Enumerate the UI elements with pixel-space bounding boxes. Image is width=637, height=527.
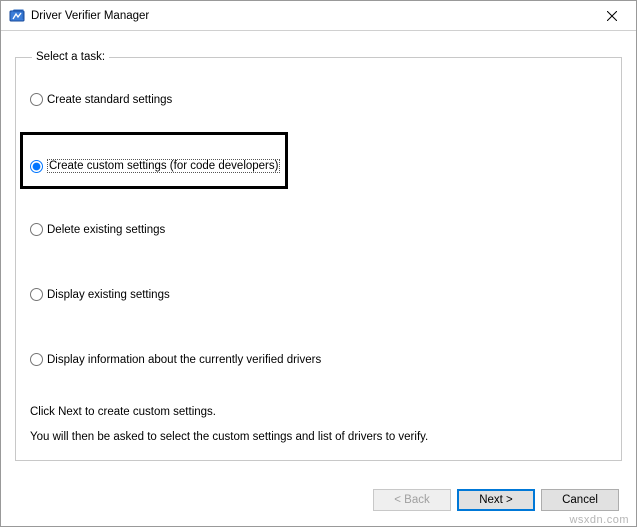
radio-create-custom-label: Create custom settings (for code develop… [47,159,280,173]
radio-display-info-input[interactable] [30,353,43,366]
content-area: Select a task: Create standard settings … [1,31,636,471]
instruction-line-1: Click Next to create custom settings. [30,406,216,418]
instruction-line-2: You will then be asked to select the cus… [30,431,428,443]
groupbox-legend: Select a task: [32,51,109,63]
watermark: wsxdn.com [569,514,629,526]
radio-display-existing-input[interactable] [30,288,43,301]
titlebar: Driver Verifier Manager [1,1,636,31]
radio-create-standard-label: Create standard settings [47,94,172,106]
radio-display-existing[interactable]: Display existing settings [30,288,170,301]
radio-create-custom[interactable]: Create custom settings (for code develop… [30,159,280,173]
button-row: < Back Next > Cancel [373,489,619,511]
close-button[interactable] [592,2,632,30]
app-icon [9,8,25,24]
cancel-button[interactable]: Cancel [541,489,619,511]
radio-delete-existing[interactable]: Delete existing settings [30,223,165,236]
radio-create-custom-input[interactable] [30,160,43,173]
next-button[interactable]: Next > [457,489,535,511]
radio-create-standard-input[interactable] [30,93,43,106]
radio-display-info-label: Display information about the currently … [47,354,321,366]
radio-display-existing-label: Display existing settings [47,289,170,301]
window-title: Driver Verifier Manager [31,10,592,22]
radio-create-standard[interactable]: Create standard settings [30,93,172,106]
radio-display-info[interactable]: Display information about the currently … [30,353,321,366]
task-groupbox: Select a task: Create standard settings … [15,51,622,461]
close-icon [607,11,617,21]
back-button: < Back [373,489,451,511]
radio-delete-existing-label: Delete existing settings [47,224,165,236]
radio-delete-existing-input[interactable] [30,223,43,236]
